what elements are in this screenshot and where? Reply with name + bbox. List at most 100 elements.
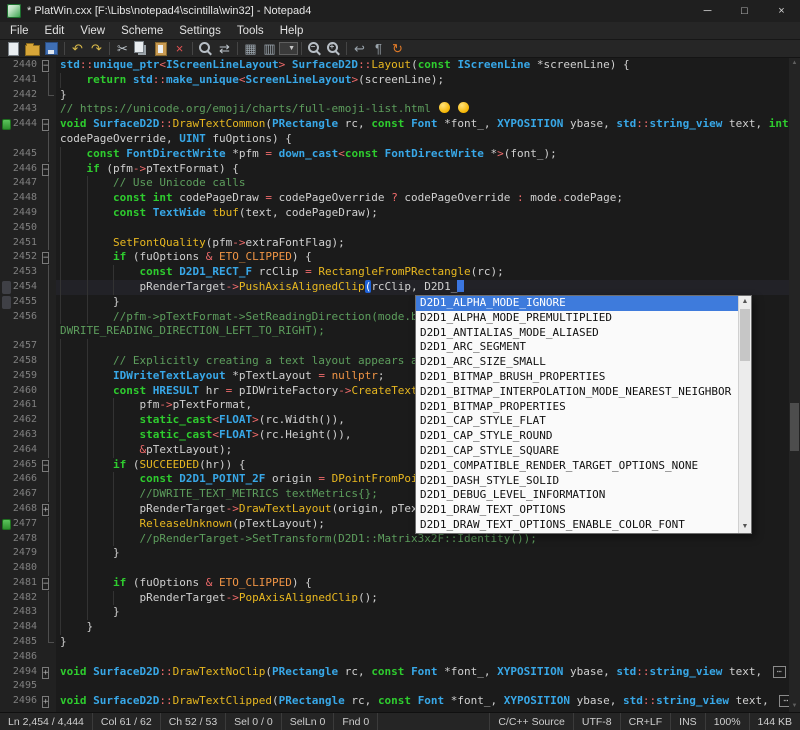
autocomplete-scrollbar[interactable]: ▲ ▼	[738, 296, 751, 533]
fold-margin-cell[interactable]	[42, 650, 56, 665]
fold-margin-cell[interactable]	[42, 339, 56, 354]
fold-margin-cell[interactable]	[42, 102, 56, 117]
fold-collapse-icon[interactable]: −	[42, 578, 49, 590]
bookmark-margin-cell[interactable]	[0, 295, 12, 310]
bookmark-margin-cell[interactable]	[0, 102, 12, 117]
find-button[interactable]	[196, 40, 215, 57]
line-number[interactable]: 2442	[12, 88, 42, 103]
code-text[interactable]: if (pfm->pTextFormat) {	[56, 162, 789, 177]
bookmark-margin-cell[interactable]	[0, 605, 12, 620]
fold-margin-cell[interactable]	[42, 413, 56, 428]
redo-button[interactable]: ↷	[87, 40, 106, 57]
line-number[interactable]: 2450	[12, 221, 42, 236]
zoom-out-button[interactable]: −	[305, 40, 324, 57]
scroll-down-arrow-icon[interactable]: ▼	[789, 701, 800, 712]
line-number[interactable]: 2452	[12, 250, 42, 265]
bookmark-margin-cell[interactable]	[0, 191, 12, 206]
fold-margin-cell[interactable]: −	[42, 117, 56, 132]
autocomplete-item[interactable]: D2D1_DASH_STYLE_SOLID	[416, 474, 738, 489]
code-text[interactable]: }	[56, 546, 789, 561]
autocomplete-list[interactable]: D2D1_ALPHA_MODE_IGNORED2D1_ALPHA_MODE_PR…	[416, 296, 738, 533]
fold-ellipsis-box[interactable]: ⋯	[773, 666, 786, 678]
code-text[interactable]: SetFontQuality(pfm->extraFontFlag);	[56, 236, 789, 251]
fold-margin-cell[interactable]	[42, 132, 56, 147]
line-number[interactable]: 2440	[12, 58, 42, 73]
fold-margin-cell[interactable]: +	[42, 665, 56, 680]
code-text[interactable]: std::unique_ptr<IScreenLineLayout> Surfa…	[56, 58, 789, 73]
fold-margin-cell[interactable]	[42, 487, 56, 502]
fold-margin-cell[interactable]	[42, 310, 56, 325]
bookmark-margin-cell[interactable]	[0, 369, 12, 384]
editor[interactable]: 2440− std::unique_ptr<IScreenLineLayout> …	[0, 58, 800, 712]
fold-collapse-icon[interactable]: −	[42, 164, 49, 176]
autocomplete-item[interactable]: D2D1_BITMAP_PROPERTIES	[416, 400, 738, 415]
bookmark-margin-cell[interactable]	[0, 546, 12, 561]
bookmark-margin-cell[interactable]	[0, 665, 12, 680]
fold-margin-cell[interactable]	[42, 280, 56, 295]
line-number[interactable]: 2466	[12, 472, 42, 487]
autocomplete-scroll-up-icon[interactable]: ▲	[739, 296, 751, 308]
line-number[interactable]: 2481	[12, 576, 42, 591]
code-text[interactable]: const FontDirectWrite *pfm = down_cast<c…	[56, 147, 789, 162]
fold-margin-cell[interactable]: −	[42, 162, 56, 177]
menu-tools[interactable]: Tools	[229, 22, 272, 39]
app-icon[interactable]	[7, 4, 21, 18]
bookmark-margin-cell[interactable]	[0, 354, 12, 369]
bookmark-margin-cell[interactable]	[0, 339, 12, 354]
delete-button[interactable]: ×	[170, 40, 189, 57]
bookmark-margin-cell[interactable]	[0, 561, 12, 576]
bookmark-margin-cell[interactable]	[0, 384, 12, 399]
bookmark-margin-cell[interactable]	[0, 502, 12, 517]
fold-margin-cell[interactable]	[42, 265, 56, 280]
line-number[interactable]	[12, 132, 42, 147]
line-number[interactable]: 2486	[12, 650, 42, 665]
status-file-size[interactable]: 144 KB	[749, 713, 800, 730]
menu-edit[interactable]: Edit	[37, 22, 73, 39]
status-position[interactable]: Ln 2,454 / 4,444	[0, 713, 93, 730]
line-number[interactable]: 2449	[12, 206, 42, 221]
fold-collapse-icon[interactable]: −	[42, 460, 49, 472]
status-overtype-mode[interactable]: INS	[670, 713, 705, 730]
menu-file[interactable]: File	[2, 22, 37, 39]
line-number[interactable]: 2462	[12, 413, 42, 428]
fold-margin-cell[interactable]	[42, 561, 56, 576]
code-text[interactable]: void SurfaceD2D::DrawTextNoClip(PRectang…	[56, 665, 789, 680]
bookmark-margin-cell[interactable]	[0, 487, 12, 502]
bookmark-margin-cell[interactable]	[0, 650, 12, 665]
fold-margin-cell[interactable]	[42, 591, 56, 606]
bookmark-margin-cell[interactable]	[0, 147, 12, 162]
line-number[interactable]: 2485	[12, 635, 42, 650]
line-number[interactable]: 2447	[12, 176, 42, 191]
line-number[interactable]: 2483	[12, 605, 42, 620]
close-button[interactable]: ×	[763, 0, 800, 22]
minimize-button[interactable]: ─	[689, 0, 726, 22]
fold-margin-cell[interactable]	[42, 88, 56, 103]
line-number[interactable]: 2460	[12, 384, 42, 399]
autocomplete-item[interactable]: D2D1_ARC_SIZE_SMALL	[416, 355, 738, 370]
open-file-button[interactable]	[23, 40, 42, 57]
autocomplete-item[interactable]: D2D1_BITMAP_BRUSH_PROPERTIES	[416, 370, 738, 385]
status-zoom-level[interactable]: 100%	[705, 713, 749, 730]
bookmark-margin-cell[interactable]	[0, 310, 12, 325]
toggle-whitespace-button[interactable]: ▦	[241, 40, 260, 57]
status-character[interactable]: Ch 52 / 53	[161, 713, 226, 730]
fold-margin-cell[interactable]	[42, 221, 56, 236]
fold-margin-cell[interactable]: +	[42, 502, 56, 517]
status-line-ending[interactable]: CR+LF	[620, 713, 671, 730]
copy-button[interactable]	[132, 40, 151, 57]
fold-margin-cell[interactable]	[42, 369, 56, 384]
autocomplete-item[interactable]: D2D1_COMPATIBLE_RENDER_TARGET_OPTIONS_NO…	[416, 459, 738, 474]
code-text[interactable]: }	[56, 88, 789, 103]
title-bar[interactable]: * PlatWin.cxx [F:\Libs\notepad4\scintill…	[0, 0, 800, 22]
bookmark-margin-cell[interactable]	[0, 694, 12, 709]
show-symbols-button[interactable]: ¶	[369, 40, 388, 57]
autocomplete-item[interactable]: D2D1_DEBUG_LEVEL_INFORMATION	[416, 488, 738, 503]
zoom-in-button[interactable]: +	[324, 40, 343, 57]
code-text[interactable]: }	[56, 635, 789, 650]
bookmark-margin-cell[interactable]	[0, 472, 12, 487]
fold-margin-cell[interactable]	[42, 295, 56, 310]
line-number[interactable]: 2446	[12, 162, 42, 177]
line-number[interactable]	[12, 324, 42, 339]
fold-margin-cell[interactable]	[42, 73, 56, 88]
autocomplete-scroll-thumb[interactable]	[740, 309, 750, 361]
